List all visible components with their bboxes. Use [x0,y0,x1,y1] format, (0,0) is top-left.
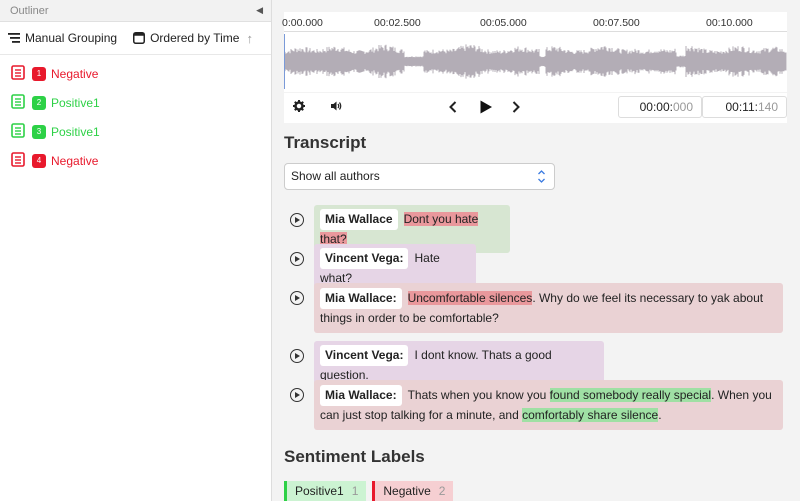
sentiment-label-name: Positive1 [295,484,344,498]
updown-chevron-icon [537,164,546,199]
outliner-item[interactable]: 4 Negative [0,146,271,175]
sentiment-labels-list: Positive1 1 Negative 2 [284,481,454,501]
item-number-badge: 1 [32,66,46,81]
transcript-message: Vincent Vega: I dont know. Thats a good q… [284,341,787,389]
item-number-badge: 4 [32,153,46,168]
outliner-toolbar: Manual Grouping Ordered by Time ↑ [0,22,271,55]
tick-label: 00:02.500 [374,17,421,29]
message-bubble: Mia Wallace: Thats when you know you foun… [314,380,783,430]
highlighted-text: found somebody really special [549,388,712,402]
message-bubble: Mia Wallace: Uncomfortable silences. Why … [314,283,783,333]
sort-up-icon[interactable]: ↑ [247,31,254,46]
previous-icon[interactable] [448,100,458,117]
time-ruler: 0:00.000 00:02.500 00:05.000 00:07.500 0… [282,12,787,32]
timeline[interactable]: 0:00.000 00:02.500 00:05.000 00:07.500 0… [282,12,787,92]
item-number-badge: 3 [32,124,46,139]
document-icon [11,64,25,83]
play-message-button[interactable] [290,291,304,305]
sentiment-label-name: Negative [383,484,431,498]
play-message-button[interactable] [290,252,304,266]
transcript-message: Vincent Vega: Hate what? [284,244,787,292]
main-panel: 0:00.000 00:02.500 00:05.000 00:07.500 0… [272,0,800,501]
next-icon[interactable] [511,100,521,117]
outliner-list: 1 Negative 2 Positive1 3 Positive1 4 Negative [0,55,271,175]
tick-label: 0:00.000 [282,17,323,29]
play-icon[interactable] [478,99,494,118]
tick-label: 00:05.000 [480,17,527,29]
sentiment-label-chip[interactable]: Positive1 1 [284,481,367,501]
current-time-field[interactable]: 00:00:000 [618,96,702,118]
playback-controls: 00:00:000 00:11:140 [284,93,787,123]
author-filter-value: Show all authors [291,169,380,183]
outliner-item-label: Positive1 [51,95,100,110]
message-author: Mia Wallace: [320,385,402,406]
settings-icon[interactable] [293,100,305,115]
sentiment-label-chip[interactable]: Negative 2 [372,481,454,501]
current-time-value: 00:00: [639,100,673,114]
total-time-field: 00:11:140 [702,96,787,118]
message-text: . [658,408,662,422]
total-time-ms: 140 [757,100,778,114]
outliner-item[interactable]: 2 Positive1 [0,88,271,117]
outliner-item-label: Positive1 [51,124,100,139]
document-icon [11,93,25,112]
sentiment-label-count: 1 [351,484,359,498]
message-author: Vincent Vega: [320,345,409,366]
outliner-title: Outliner [10,4,49,17]
outliner-header: Outliner ◀ [0,0,271,22]
outliner-item-label: Negative [51,66,99,81]
highlighted-text: comfortably share silence [522,408,659,422]
transcript-message: Mia Wallace: Thats when you know you foun… [284,380,787,430]
waveform-path [284,44,787,79]
manual-grouping-label: Manual Grouping [25,31,118,45]
outliner-item[interactable]: 1 Negative [0,59,271,88]
highlighted-text: Uncomfortable silences [407,291,533,305]
collapse-panel-icon[interactable]: ◀ [256,5,263,16]
author-filter-select[interactable]: Show all authors [284,163,555,190]
manual-grouping-button[interactable]: Manual Grouping [8,31,117,45]
calendar-icon [133,32,146,44]
document-icon [11,122,25,141]
sentiment-label-count: 2 [438,484,446,498]
outliner-item[interactable]: 3 Positive1 [0,117,271,146]
total-time-value: 00:11: [725,100,758,114]
tick-label: 00:10.000 [706,17,753,29]
tick-label: 00:07.500 [593,17,640,29]
volume-icon[interactable] [330,100,342,115]
outliner-panel: Outliner ◀ Manual Grouping Ordered by Ti… [0,0,272,501]
message-author: Mia Wallace: [320,288,402,309]
sentiment-labels-title: Sentiment Labels [284,447,425,466]
ordered-by-time-label: Ordered by Time [150,31,240,45]
document-icon [11,151,25,170]
play-message-button[interactable] [290,388,304,402]
item-number-badge: 2 [32,95,46,110]
audio-waveform[interactable] [284,34,787,89]
outliner-item-label: Negative [51,153,99,168]
list-icon [8,33,20,43]
play-message-button[interactable] [290,349,304,363]
message-author: Vincent Vega: [320,248,409,269]
transcript-title: Transcript [284,133,367,152]
message-text: Thats when you know you [407,388,550,402]
current-time-ms: 000 [672,100,693,114]
ordered-by-time-button[interactable]: Ordered by Time [133,31,239,45]
play-message-button[interactable] [290,213,304,227]
transcript-message: Mia Wallace: Uncomfortable silences. Why … [284,283,787,333]
message-author: Mia Wallace [320,209,398,230]
transcript-message: Mia Wallace Dont you hate that? [284,205,787,253]
